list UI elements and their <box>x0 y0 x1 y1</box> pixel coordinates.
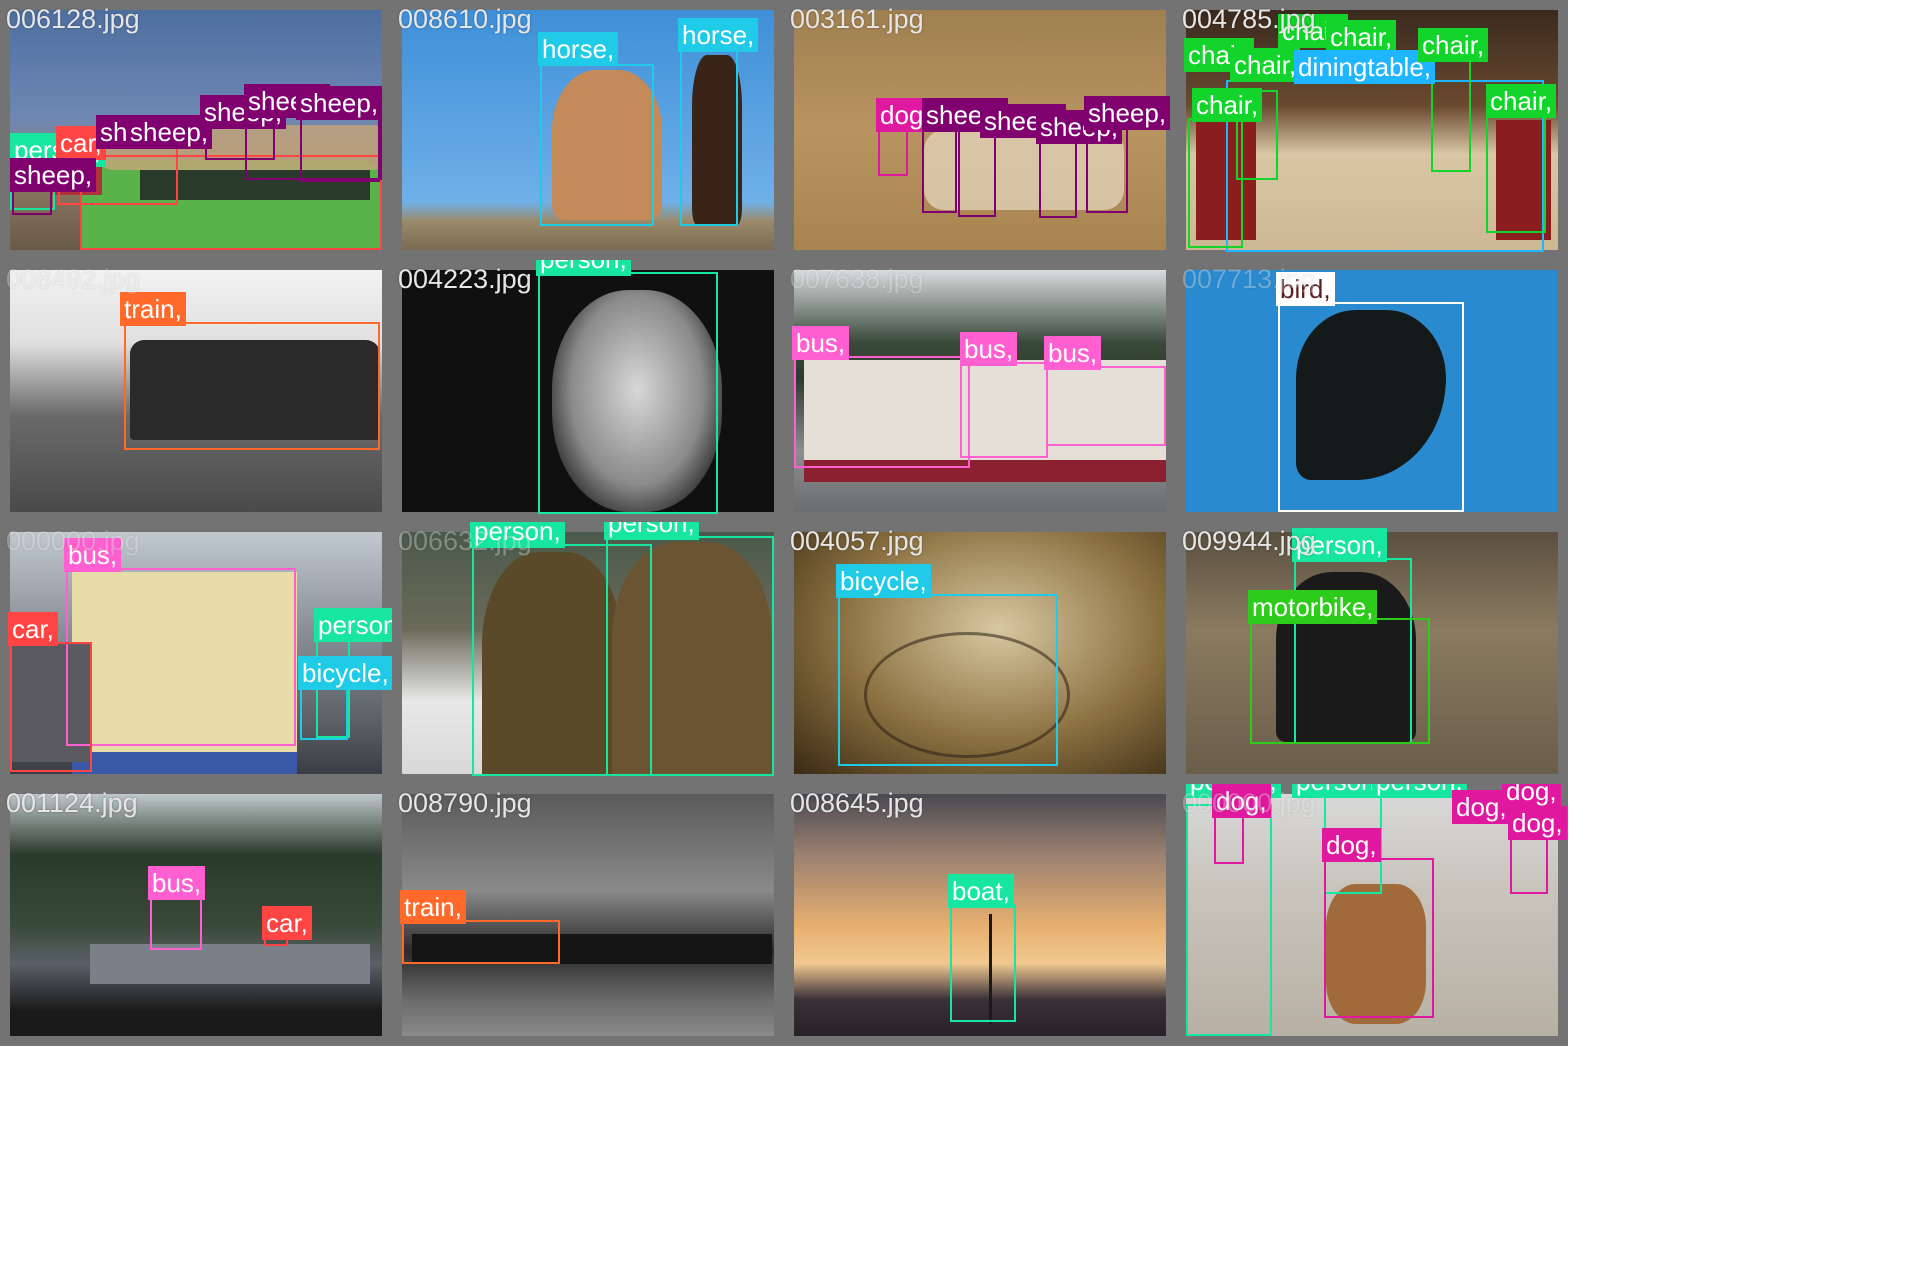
file-name: 008790.jpg <box>398 788 532 818</box>
label-horse: horse, <box>678 18 759 52</box>
bbox-dog <box>1324 858 1434 1018</box>
label-horse: horse, <box>538 32 619 66</box>
bbox-train <box>124 322 380 450</box>
bbox-bicycle <box>300 682 348 740</box>
label-sheep: sheep, <box>296 86 383 120</box>
bbox-car <box>10 642 92 772</box>
tile-006632: 006632.jpg person, person, <box>392 522 784 784</box>
file-name: 008645.jpg <box>790 788 924 818</box>
file-name: 003161.jpg <box>790 4 924 34</box>
label-train: train, <box>120 292 186 326</box>
bbox-bus <box>66 568 296 746</box>
bbox-train <box>402 920 560 964</box>
file-name: 001124.jpg <box>6 788 138 818</box>
label-car: car, <box>8 612 58 646</box>
bbox-horse <box>680 48 738 226</box>
tile-008492: 008492.jpg train, <box>0 260 392 522</box>
label-sheep: sheep, <box>1084 96 1171 130</box>
label-person: person, <box>604 522 699 540</box>
label-person: person, <box>536 260 631 276</box>
label-bus: bus, <box>960 332 1018 366</box>
road <box>90 944 370 984</box>
label-dog: dog, <box>1502 784 1561 808</box>
tile-004223: 004223.jpg person, <box>392 260 784 522</box>
tile-007713: 007713.jpg bird, <box>1176 260 1568 522</box>
label-bus: bus, <box>148 866 206 900</box>
bbox-horse <box>540 64 654 226</box>
bbox-bird <box>1278 302 1464 512</box>
file-name: 006632.jpg <box>398 526 532 556</box>
label-diningtable: diningtable, <box>1294 50 1435 84</box>
file-name: 008492.jpg <box>6 264 140 294</box>
label-train: train, <box>400 890 466 924</box>
label-bus: bus, <box>1044 336 1102 370</box>
label-car: car, <box>262 906 312 940</box>
bbox-chair <box>1486 108 1546 233</box>
tile-006128: 006128.jpg person, car, sheep, sheep, sh… <box>0 0 392 260</box>
label-dog: dog, <box>1508 806 1567 840</box>
tile-bus-street: 000000.jpg bus, car, person, bicycle, <box>0 522 392 784</box>
file-name: 009944.jpg <box>1182 526 1316 556</box>
tile-008610: 008610.jpg horse, horse, <box>392 0 784 260</box>
bbox-sheep <box>922 128 957 213</box>
label-bus: bus, <box>792 326 850 360</box>
label-sheep: sheep, <box>10 158 97 192</box>
file-name: 008610.jpg <box>398 4 532 34</box>
tile-003161: 003161.jpg dog, sheep, sheep, sheep, she… <box>784 0 1176 260</box>
bbox-dog <box>878 128 908 176</box>
file-name: 000000.jpg <box>6 526 140 556</box>
bbox-sheep <box>300 115 380 182</box>
bbox-motorbike <box>1250 618 1430 744</box>
bbox-person <box>606 536 774 776</box>
bbox-chair <box>1431 60 1471 172</box>
label-chair: chair, <box>1326 20 1397 54</box>
detection-mosaic: 006128.jpg person, car, sheep, sheep, sh… <box>0 0 1920 1280</box>
bbox-sheep <box>1039 138 1077 218</box>
label-chair: chair, <box>1418 28 1489 62</box>
tile-008645: 008645.jpg boat, <box>784 784 1176 1046</box>
bbox-sheep <box>958 130 996 217</box>
tile-dogs-people: 000000.jpg person, person, person, dog, … <box>1176 784 1568 1046</box>
file-name: 004057.jpg <box>790 526 924 556</box>
tile-004057: 004057.jpg bicycle, <box>784 522 1176 784</box>
label-bicycle: bicycle, <box>298 656 392 690</box>
file-name: 004223.jpg <box>398 264 532 294</box>
label-person: person, <box>314 608 392 642</box>
bbox-bus <box>1046 366 1166 446</box>
label-chair: chair, <box>1230 48 1301 82</box>
tile-004785: 004785.jpg chair, chair, chair, chair, d… <box>1176 0 1568 260</box>
bbox-boat <box>950 904 1016 1022</box>
label-motorbike: motorbike, <box>1248 590 1378 624</box>
bbox-bicycle <box>838 594 1058 766</box>
bbox-person <box>538 272 718 514</box>
file-name: 004785.jpg <box>1182 4 1316 34</box>
tile-007638: 007638.jpg bus, bus, bus, <box>784 260 1176 522</box>
tile-008790: 008790.jpg train, <box>392 784 784 1046</box>
label-chair: chair, <box>1192 88 1263 122</box>
bbox-sheep <box>205 125 275 160</box>
bbox-bus <box>794 356 970 468</box>
label-boat: boat, <box>948 874 1014 908</box>
bbox-dog <box>1214 814 1244 864</box>
file-name: 007638.jpg <box>790 264 924 294</box>
tile-009944: 009944.jpg person, motorbike, <box>1176 522 1568 784</box>
label-dog: dog, <box>1322 828 1381 862</box>
file-name: 000000.jpg <box>1182 788 1316 818</box>
bbox-chair <box>1188 118 1243 248</box>
bbox-bus <box>150 896 202 950</box>
file-name: 006128.jpg <box>6 4 140 34</box>
tile-001124: 001124.jpg bus, car, <box>0 784 392 1046</box>
bbox-bus <box>960 362 1048 458</box>
file-name: 007713.jpg <box>1182 264 1316 294</box>
label-bicycle: bicycle, <box>836 564 931 598</box>
label-chair: chair, <box>1486 84 1557 118</box>
